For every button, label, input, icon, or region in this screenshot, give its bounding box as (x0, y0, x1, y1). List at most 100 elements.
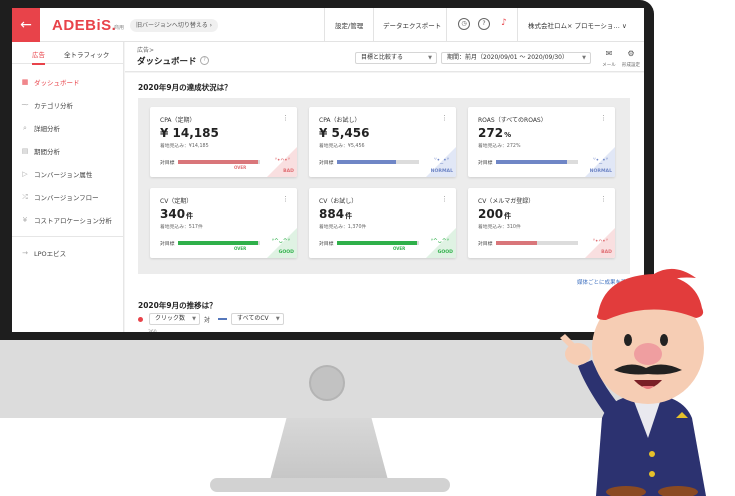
kpi-card-cv-newsletter[interactable]: CV（メルマガ登録） ⋮ 200件 着地見込み：310件 対目標 ᐡ•ᴖ•ᐡ B… (468, 188, 615, 258)
account-menu[interactable]: 株式会社ロム× プロモーショ… ∨ (528, 8, 627, 42)
progress-track (496, 241, 578, 245)
breadcrumb[interactable]: 広告> (137, 45, 154, 54)
progress-fill (496, 241, 537, 245)
mascot-eye (624, 334, 632, 346)
sidebar-item-label: 期間分析 (34, 148, 60, 156)
progress-fill (178, 160, 259, 164)
bell-icon[interactable]: ♪ (498, 18, 510, 30)
sidebar-item-label: LPOエビス (34, 250, 67, 258)
compare-select-value: 目標と比較する (361, 54, 404, 61)
more-icon[interactable]: ⋮ (600, 114, 607, 122)
kpi-card-cv-trial[interactable]: CV（お試し） ⋮ 884件 着地見込み：1,370件 対目標 OVER ᐡ^ᴗ… (309, 188, 456, 258)
sidebar-item-dashboard[interactable]: ▦ ダッシュボード (12, 71, 124, 93)
sidebar-item-detail[interactable]: ⌕ 詳細分析 (12, 117, 124, 139)
tab-all-traffic[interactable]: 全トラフィック (64, 49, 109, 59)
status-section-title: 2020年9月の達成状況は？ (138, 83, 232, 92)
mascot-character (560, 268, 706, 496)
progress-status: OVER (234, 246, 247, 251)
mail-icon[interactable]: ✉ (600, 49, 618, 58)
question-icon[interactable]: ? (200, 56, 209, 65)
sidebar-item-label: コストアロケーション分析 (34, 217, 112, 225)
app-logo[interactable]: ADEBiS. (52, 17, 116, 34)
divider (373, 8, 374, 42)
happy-face-icon: ᐡ^ᴗ^ᐡ (430, 238, 449, 245)
clock-icon[interactable]: ◷ (458, 18, 470, 30)
progress-fill (496, 160, 567, 164)
kpi-unit: 件 (504, 212, 512, 220)
progress-track (337, 241, 419, 245)
divider (517, 8, 518, 42)
period-select-value: 期間：前月（2020/09/01 ～ 2020/09/30） (447, 54, 568, 61)
target-label: 対目標 (160, 242, 175, 247)
progress-status: OVER (234, 165, 247, 170)
more-icon[interactable]: ⋮ (282, 195, 289, 203)
sidebar-item-cv-flow[interactable]: ⤮ コンバージョンフロー (12, 186, 124, 208)
kpi-label: CPA（お試し） (319, 117, 361, 124)
kpi-card-cv-regular[interactable]: CV（定期） ⋮ 340件 着地見込み：517件 対目標 OVER ᐡ^ᴗ^ᐡ … (150, 188, 297, 258)
mascot-nose (634, 343, 662, 365)
series-marker-icon (138, 316, 143, 322)
period-select[interactable]: 期間：前月（2020/09/01 ～ 2020/09/30） ▼ (441, 52, 591, 64)
trend-controls: クリック数 ▼ 対 すべてのCV ▼ (138, 313, 284, 325)
kpi-label: CV（メルマガ登録） (478, 198, 535, 205)
mascot-eye (660, 334, 668, 346)
more-icon[interactable]: ⋮ (441, 114, 448, 122)
sidebar-item-category[interactable]: ⁓ カテゴリ分析 (12, 94, 124, 116)
report-settings-label: 形成設定 (622, 63, 640, 68)
arrow-icon: → (22, 249, 28, 257)
monitor-stand-foot (210, 478, 450, 492)
help-icon[interactable]: ? (478, 18, 490, 30)
kpi-number: ¥ 5,456 (319, 126, 370, 140)
kpi-label: ROAS（すべてのROAS） (478, 117, 547, 124)
sidebar-item-period[interactable]: ▤ 期間分析 (12, 140, 124, 162)
switch-version-button[interactable]: 旧バージョンへ切り替える › (130, 19, 219, 32)
chevron-down-icon: ▼ (428, 55, 432, 61)
more-icon[interactable]: ⋮ (600, 195, 607, 203)
status-badge: GOOD (437, 250, 453, 255)
sidebar-item-cv-attributes[interactable]: ▷ コンバージョン属性 (12, 163, 124, 185)
calendar-icon: ▤ (21, 147, 29, 155)
sidebar-item-label: ダッシュボード (34, 79, 80, 87)
back-arrow-icon[interactable]: ← (12, 8, 40, 42)
chevron-down-icon: ▼ (192, 316, 197, 322)
target-label: 対目標 (319, 161, 334, 166)
data-export-menu[interactable]: データエクスポート (383, 8, 441, 42)
metric-select[interactable]: クリック数 ▼ (149, 313, 201, 325)
kpi-value: 340件 (160, 207, 193, 221)
cv-select[interactable]: すべてのCV ▼ (231, 313, 284, 325)
progress-track (337, 160, 419, 164)
metric-select-value: クリック数 (155, 315, 186, 322)
top-bar: ← ADEBiS. 商用 旧バージョンへ切り替える › 設定/管理 データエクス… (12, 8, 644, 42)
chart-icon: ⁓ (21, 101, 29, 109)
flag-icon: ▷ (22, 170, 28, 178)
kpi-number: 272 (478, 126, 504, 140)
kpi-label: CPA（定期） (160, 117, 196, 124)
tab-ads[interactable]: 広告 (32, 49, 45, 65)
settings-menu[interactable]: 設定/管理 (335, 8, 363, 42)
kpi-unit: 件 (186, 212, 194, 220)
compare-select[interactable]: 目標と比較する ▼ (355, 52, 437, 64)
sidebar-item-cost-allocation[interactable]: ¥ コストアロケーション分析 (12, 209, 124, 231)
sidebar-item-label: 詳細分析 (34, 125, 60, 133)
kpi-card-cpa-trial[interactable]: CPA（お試し） ⋮ ¥ 5,456 着地見込み：¥5,456 対目標 ᐡ•_•… (309, 107, 456, 177)
gear-icon[interactable]: ⚙ (622, 49, 640, 58)
happy-face-icon: ᐡ^ᴗ^ᐡ (271, 238, 290, 245)
neutral-face-icon: ᐡ•_•ᐡ (434, 157, 449, 164)
sidebar-item-lpo[interactable]: → LPOエビス (12, 242, 124, 264)
progress-fill (178, 241, 259, 245)
more-icon[interactable]: ⋮ (441, 195, 448, 203)
target-label: 対目標 (478, 161, 493, 166)
kpi-forecast: 着地見込み：517件 (160, 225, 203, 230)
page-header: 広告> ダッシュボード ? 目標と比較する ▼ 期間：前月（2020/09/01 … (125, 42, 644, 72)
kpi-value: ¥ 5,456 (319, 126, 370, 140)
monitor-stand-neck (270, 418, 388, 480)
cv-select-value: すべてのCV (237, 315, 269, 322)
kpi-value: 272% (478, 126, 511, 140)
page-title: ダッシュボード (137, 57, 197, 67)
more-icon[interactable]: ⋮ (282, 114, 289, 122)
progress-status: OVER (393, 246, 406, 251)
kpi-card-roas[interactable]: ROAS（すべてのROAS） ⋮ 272% 着地見込み：272% 対目標 ᐡ•_… (468, 107, 615, 177)
neutral-face-icon: ᐡ•_•ᐡ (593, 157, 608, 164)
kpi-card-cpa-regular[interactable]: CPA（定期） ⋮ ¥ 14,185 着地見込み：¥14,185 対目標 OVE… (150, 107, 297, 177)
kpi-forecast: 着地見込み：¥14,185 (160, 144, 209, 149)
